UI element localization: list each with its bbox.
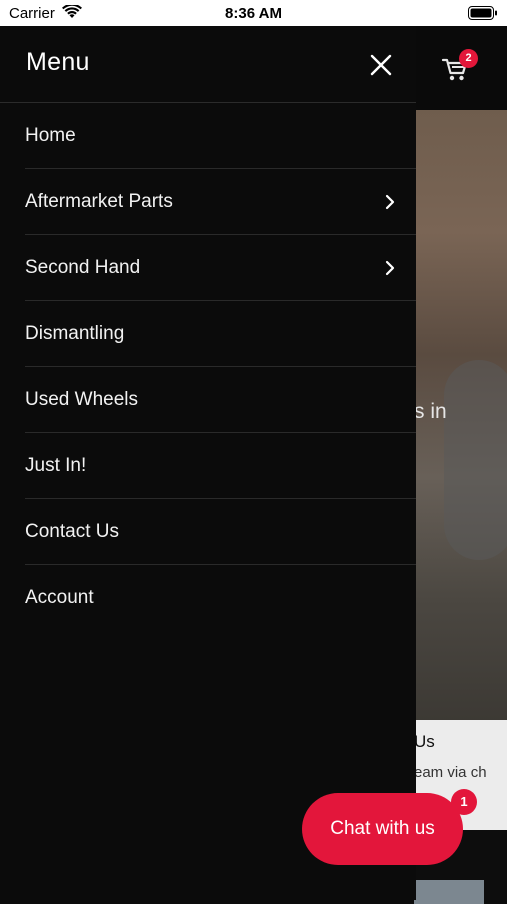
side-menu-drawer: Menu Home Aftermarket Parts Second Hand … xyxy=(0,26,416,900)
menu-item-used-wheels[interactable]: Used Wheels xyxy=(25,367,416,433)
chat-with-us-button[interactable]: Chat with us xyxy=(302,793,463,865)
menu-item-contact-us[interactable]: Contact Us xyxy=(25,499,416,565)
bottom-image xyxy=(414,880,484,904)
close-icon[interactable] xyxy=(366,50,396,80)
chevron-right-icon xyxy=(385,194,395,210)
menu-item-label: Aftermarket Parts xyxy=(25,191,173,212)
menu-item-label: Home xyxy=(25,125,76,146)
contact-card-text: eam via ch xyxy=(414,764,487,781)
menu-item-account[interactable]: Account xyxy=(25,565,416,630)
menu-item-dismantling[interactable]: Dismantling xyxy=(25,301,416,367)
contact-card-title: Us xyxy=(414,732,435,751)
menu-item-label: Dismantling xyxy=(25,323,125,344)
menu-item-label: Contact Us xyxy=(25,521,119,542)
menu-item-just-in[interactable]: Just In! xyxy=(25,433,416,499)
menu-item-aftermarket-parts[interactable]: Aftermarket Parts xyxy=(25,169,416,235)
menu-item-label: Used Wheels xyxy=(25,389,138,410)
status-bar: Carrier 8:36 AM xyxy=(0,0,507,26)
battery-icon xyxy=(468,6,497,20)
chat-unread-badge: 1 xyxy=(451,789,477,815)
menu-item-second-hand[interactable]: Second Hand xyxy=(25,235,416,301)
menu-item-label: Account xyxy=(25,587,94,608)
hero-text: s in xyxy=(414,400,447,423)
drawer-header: Menu xyxy=(0,26,416,103)
menu-item-label: Second Hand xyxy=(25,257,141,278)
menu-item-label: Just In! xyxy=(25,455,87,476)
chevron-right-icon xyxy=(385,260,395,276)
drawer-title: Menu xyxy=(26,48,90,76)
menu-item-home[interactable]: Home xyxy=(25,103,416,169)
clock: 8:36 AM xyxy=(225,5,282,22)
cart-count-badge: 2 xyxy=(459,49,478,68)
menu-list: Home Aftermarket Parts Second Hand Disma… xyxy=(0,103,416,630)
